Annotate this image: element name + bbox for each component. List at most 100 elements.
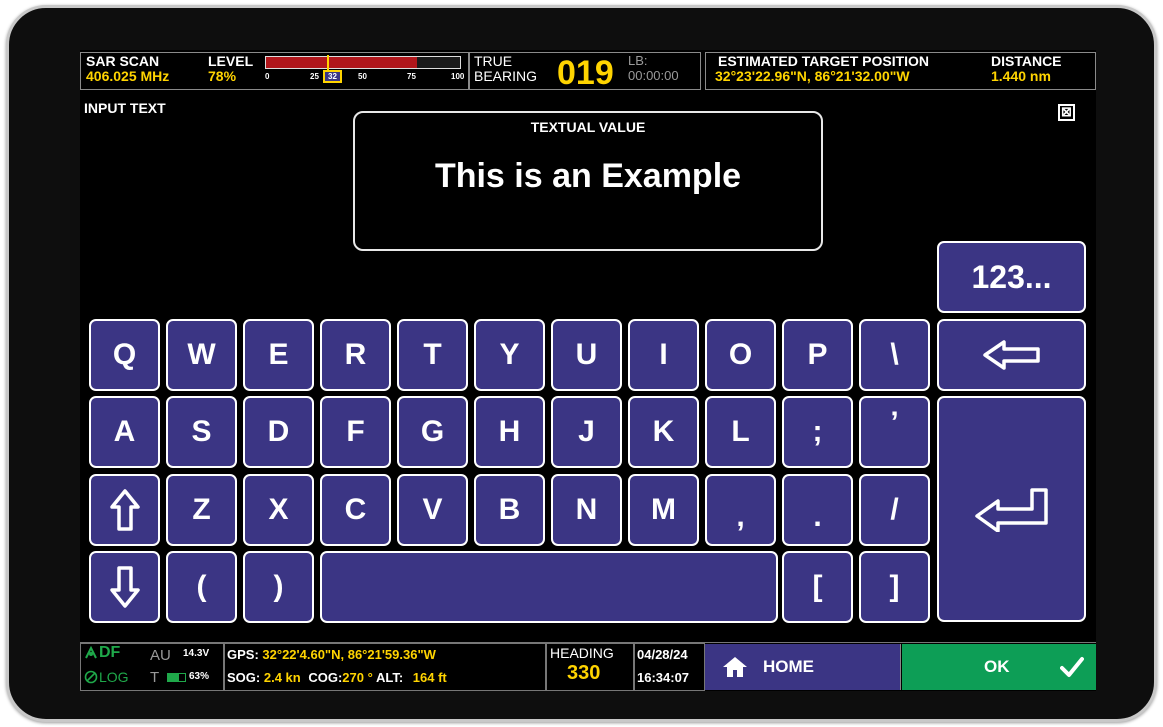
numeric-mode-key[interactable]: 123... — [937, 241, 1086, 313]
distance-label: DISTANCE — [991, 53, 1062, 69]
key-close-paren[interactable]: ) — [243, 551, 314, 623]
battery-icon — [167, 673, 186, 682]
key-f[interactable]: F — [320, 396, 391, 468]
key-n[interactable]: N — [551, 474, 622, 546]
key-l[interactable]: L — [705, 396, 776, 468]
key-r[interactable]: R — [320, 319, 391, 391]
key-slash[interactable]: / — [859, 474, 930, 546]
key-v[interactable]: V — [397, 474, 468, 546]
log-label[interactable]: LOG — [99, 669, 129, 685]
key-d[interactable]: D — [243, 396, 314, 468]
key-comma[interactable]: , — [705, 474, 776, 546]
level-meter-fill — [266, 57, 418, 68]
space-bar[interactable] — [320, 551, 778, 623]
bearing-label: BEARING — [474, 68, 538, 84]
level-label: LEVEL — [208, 53, 254, 69]
battery-value: 63% — [189, 671, 210, 682]
level-tick-100: 100 — [451, 72, 465, 81]
cog-value: 270 ° — [342, 670, 373, 685]
distance-value: 1.440 nm — [991, 68, 1051, 84]
bottom-status-bar: DF LOG AU 14.3V T 63% GPS: 32°22'4.60"N,… — [80, 642, 1096, 691]
level-tick-50: 50 — [358, 72, 367, 81]
alt-label: ALT: — [375, 670, 404, 685]
key-close-bracket[interactable]: ] — [859, 551, 930, 623]
key-backslash[interactable]: \ — [859, 319, 930, 391]
key-m[interactable]: M — [628, 474, 699, 546]
top-status-bar: SAR SCAN 406.025 MHz LEVEL 78% 0 25 32 5… — [80, 50, 1096, 97]
key-t[interactable]: T — [397, 319, 468, 391]
text-value-panel[interactable]: TEXTUAL VALUE This is an Example — [353, 111, 823, 251]
key-q[interactable]: Q — [89, 319, 160, 391]
true-label: TRUE — [474, 53, 513, 69]
ok-label: OK — [984, 657, 1010, 676]
backspace-key[interactable] — [937, 319, 1086, 391]
key-j[interactable]: J — [551, 396, 622, 468]
checkmark-icon — [1059, 657, 1084, 677]
enter-key[interactable] — [937, 396, 1086, 622]
key-z[interactable]: Z — [166, 474, 237, 546]
key-e[interactable]: E — [243, 319, 314, 391]
key-apostrophe[interactable]: ’ — [859, 396, 930, 468]
screen: SAR SCAN 406.025 MHz LEVEL 78% 0 25 32 5… — [80, 50, 1096, 691]
enter-arrow-icon — [974, 488, 1048, 532]
level-meter — [265, 55, 461, 71]
au-label: AU — [150, 647, 171, 664]
key-semicolon[interactable]: ; — [782, 396, 853, 468]
date-value: 04/28/24 — [637, 647, 688, 662]
ok-button[interactable]: OK — [902, 644, 1096, 690]
key-y[interactable]: Y — [474, 319, 545, 391]
t-label: T — [150, 669, 160, 686]
shift-down-key[interactable] — [89, 551, 160, 623]
key-a[interactable]: A — [89, 396, 160, 468]
nav-line: SOG: 2.4 kn COG:270 ° ALT: 164 ft — [227, 670, 447, 685]
input-text-title: INPUT TEXT — [84, 100, 166, 116]
key-open-paren[interactable]: ( — [166, 551, 237, 623]
lb-time: 00:00:00 — [628, 68, 679, 83]
level-meter-marker — [327, 55, 330, 71]
level-tick-marker-value: 32 — [323, 70, 342, 83]
target-position-label: ESTIMATED TARGET POSITION — [718, 53, 930, 69]
target-position-value: 32°23'22.96"N, 86°21'32.00"W — [715, 68, 910, 84]
key-k[interactable]: K — [628, 396, 699, 468]
key-b[interactable]: B — [474, 474, 545, 546]
df-antenna-icon — [85, 646, 97, 659]
textual-value-label: TEXTUAL VALUE — [530, 119, 646, 135]
key-u[interactable]: U — [551, 319, 622, 391]
arrow-up-icon — [109, 489, 140, 531]
text-value-display: This is an Example — [434, 157, 742, 195]
arrow-down-icon — [109, 566, 140, 608]
key-open-bracket[interactable]: [ — [782, 551, 853, 623]
time-value: 16:34:07 — [637, 670, 690, 685]
close-icon[interactable]: ⊠ — [1058, 104, 1075, 121]
key-x[interactable]: X — [243, 474, 314, 546]
level-tick-75: 75 — [407, 72, 416, 81]
sar-frequency: 406.025 MHz — [86, 68, 170, 84]
log-disabled-icon — [84, 670, 98, 684]
home-label: HOME — [763, 657, 814, 676]
gps-line: GPS: 32°22'4.60"N, 86°21'59.36"W — [227, 647, 436, 662]
sog-value: 2.4 kn — [263, 670, 301, 685]
key-period[interactable]: . — [782, 474, 853, 546]
lb-label: LB: — [628, 53, 648, 68]
sog-label: SOG: — [227, 670, 261, 685]
df-label[interactable]: DF — [99, 644, 120, 662]
gps-value: 32°22'4.60"N, 86°21'59.36"W — [262, 647, 436, 662]
home-icon — [723, 657, 747, 677]
gps-label: GPS: — [227, 647, 259, 662]
key-c[interactable]: C — [320, 474, 391, 546]
level-value: 78% — [208, 68, 237, 84]
voltage-value: 14.3V — [183, 648, 210, 659]
key-h[interactable]: H — [474, 396, 545, 468]
key-g[interactable]: G — [397, 396, 468, 468]
bearing-value: 019 — [557, 54, 614, 92]
level-tick-25: 25 — [310, 72, 319, 81]
key-i[interactable]: I — [628, 319, 699, 391]
key-s[interactable]: S — [166, 396, 237, 468]
level-tick-0: 0 — [265, 72, 270, 81]
cog-label: COG: — [308, 670, 343, 685]
key-p[interactable]: P — [782, 319, 853, 391]
shift-up-key[interactable] — [89, 474, 160, 546]
key-w[interactable]: W — [166, 319, 237, 391]
home-button[interactable]: HOME — [705, 644, 901, 690]
key-o[interactable]: O — [705, 319, 776, 391]
